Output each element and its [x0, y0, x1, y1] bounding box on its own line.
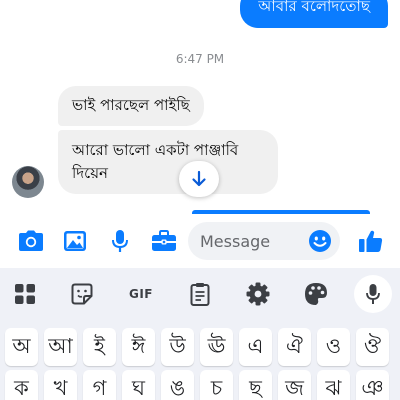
- message-input[interactable]: [200, 222, 300, 260]
- gif-icon[interactable]: GIF: [124, 280, 158, 308]
- incoming-message-bubble[interactable]: আরো ভালো একটা পাঞ্জাবি দিয়েন: [58, 130, 278, 194]
- key[interactable]: গ: [83, 370, 116, 400]
- gallery-icon[interactable]: [61, 227, 89, 255]
- settings-gear-icon[interactable]: [244, 280, 272, 308]
- chat-thread[interactable]: আবার বলোদতোছ 6:47 PM ভাই পারছেল পাইছি আর…: [0, 0, 400, 214]
- key[interactable]: খ: [44, 370, 77, 400]
- key[interactable]: ঈ: [122, 328, 155, 366]
- message-timestamp: 6:47 PM: [175, 52, 225, 66]
- key[interactable]: জ: [278, 370, 311, 400]
- clipboard-icon[interactable]: [186, 280, 214, 308]
- bangla-keyboard: GIF অ আ ই ঈ উ ঊ এ ঐ ও ঔ ক খ গ ঘ ঙ চ ছ জ …: [0, 268, 400, 400]
- message-composer: [0, 214, 400, 268]
- key[interactable]: ও: [317, 328, 350, 366]
- key[interactable]: এ: [239, 328, 272, 366]
- contact-avatar[interactable]: [12, 166, 44, 198]
- microphone-icon[interactable]: [106, 227, 134, 255]
- briefcase-icon[interactable]: [150, 227, 178, 255]
- incoming-message-text: ভাই পারছেল পাইছি: [72, 96, 190, 114]
- thumbs-up-icon[interactable]: [357, 227, 385, 255]
- camera-icon[interactable]: [17, 227, 45, 255]
- key[interactable]: চ: [200, 370, 233, 400]
- key[interactable]: ঘ: [122, 370, 155, 400]
- key[interactable]: ঐ: [278, 328, 311, 366]
- voice-input-icon[interactable]: [354, 275, 392, 313]
- incoming-message-bubble[interactable]: ভাই পারছেল পাইছি: [58, 86, 204, 126]
- apps-grid-icon[interactable]: [11, 280, 39, 308]
- key[interactable]: ক: [5, 370, 38, 400]
- key[interactable]: ঙ: [161, 370, 194, 400]
- gif-label: GIF: [128, 287, 153, 301]
- message-input-field[interactable]: [188, 222, 340, 260]
- key[interactable]: উ: [161, 328, 194, 366]
- sticker-icon[interactable]: [68, 280, 96, 308]
- key[interactable]: ঊ: [200, 328, 233, 366]
- key[interactable]: ঞ: [356, 370, 389, 400]
- outgoing-message-text: আবার বলোদতোছ: [258, 0, 370, 15]
- key[interactable]: ই: [83, 328, 116, 366]
- outgoing-message-bubble[interactable]: আবার বলোদতোছ: [240, 0, 388, 28]
- key[interactable]: ঔ: [356, 328, 389, 366]
- emoji-icon[interactable]: [308, 229, 332, 253]
- scroll-to-bottom-button[interactable]: [179, 161, 219, 197]
- key[interactable]: অ: [5, 328, 38, 366]
- key[interactable]: আ: [44, 328, 77, 366]
- key[interactable]: ছ: [239, 370, 272, 400]
- theme-palette-icon[interactable]: [302, 280, 330, 308]
- arrow-down-icon: [192, 170, 206, 187]
- key[interactable]: ঝ: [317, 370, 350, 400]
